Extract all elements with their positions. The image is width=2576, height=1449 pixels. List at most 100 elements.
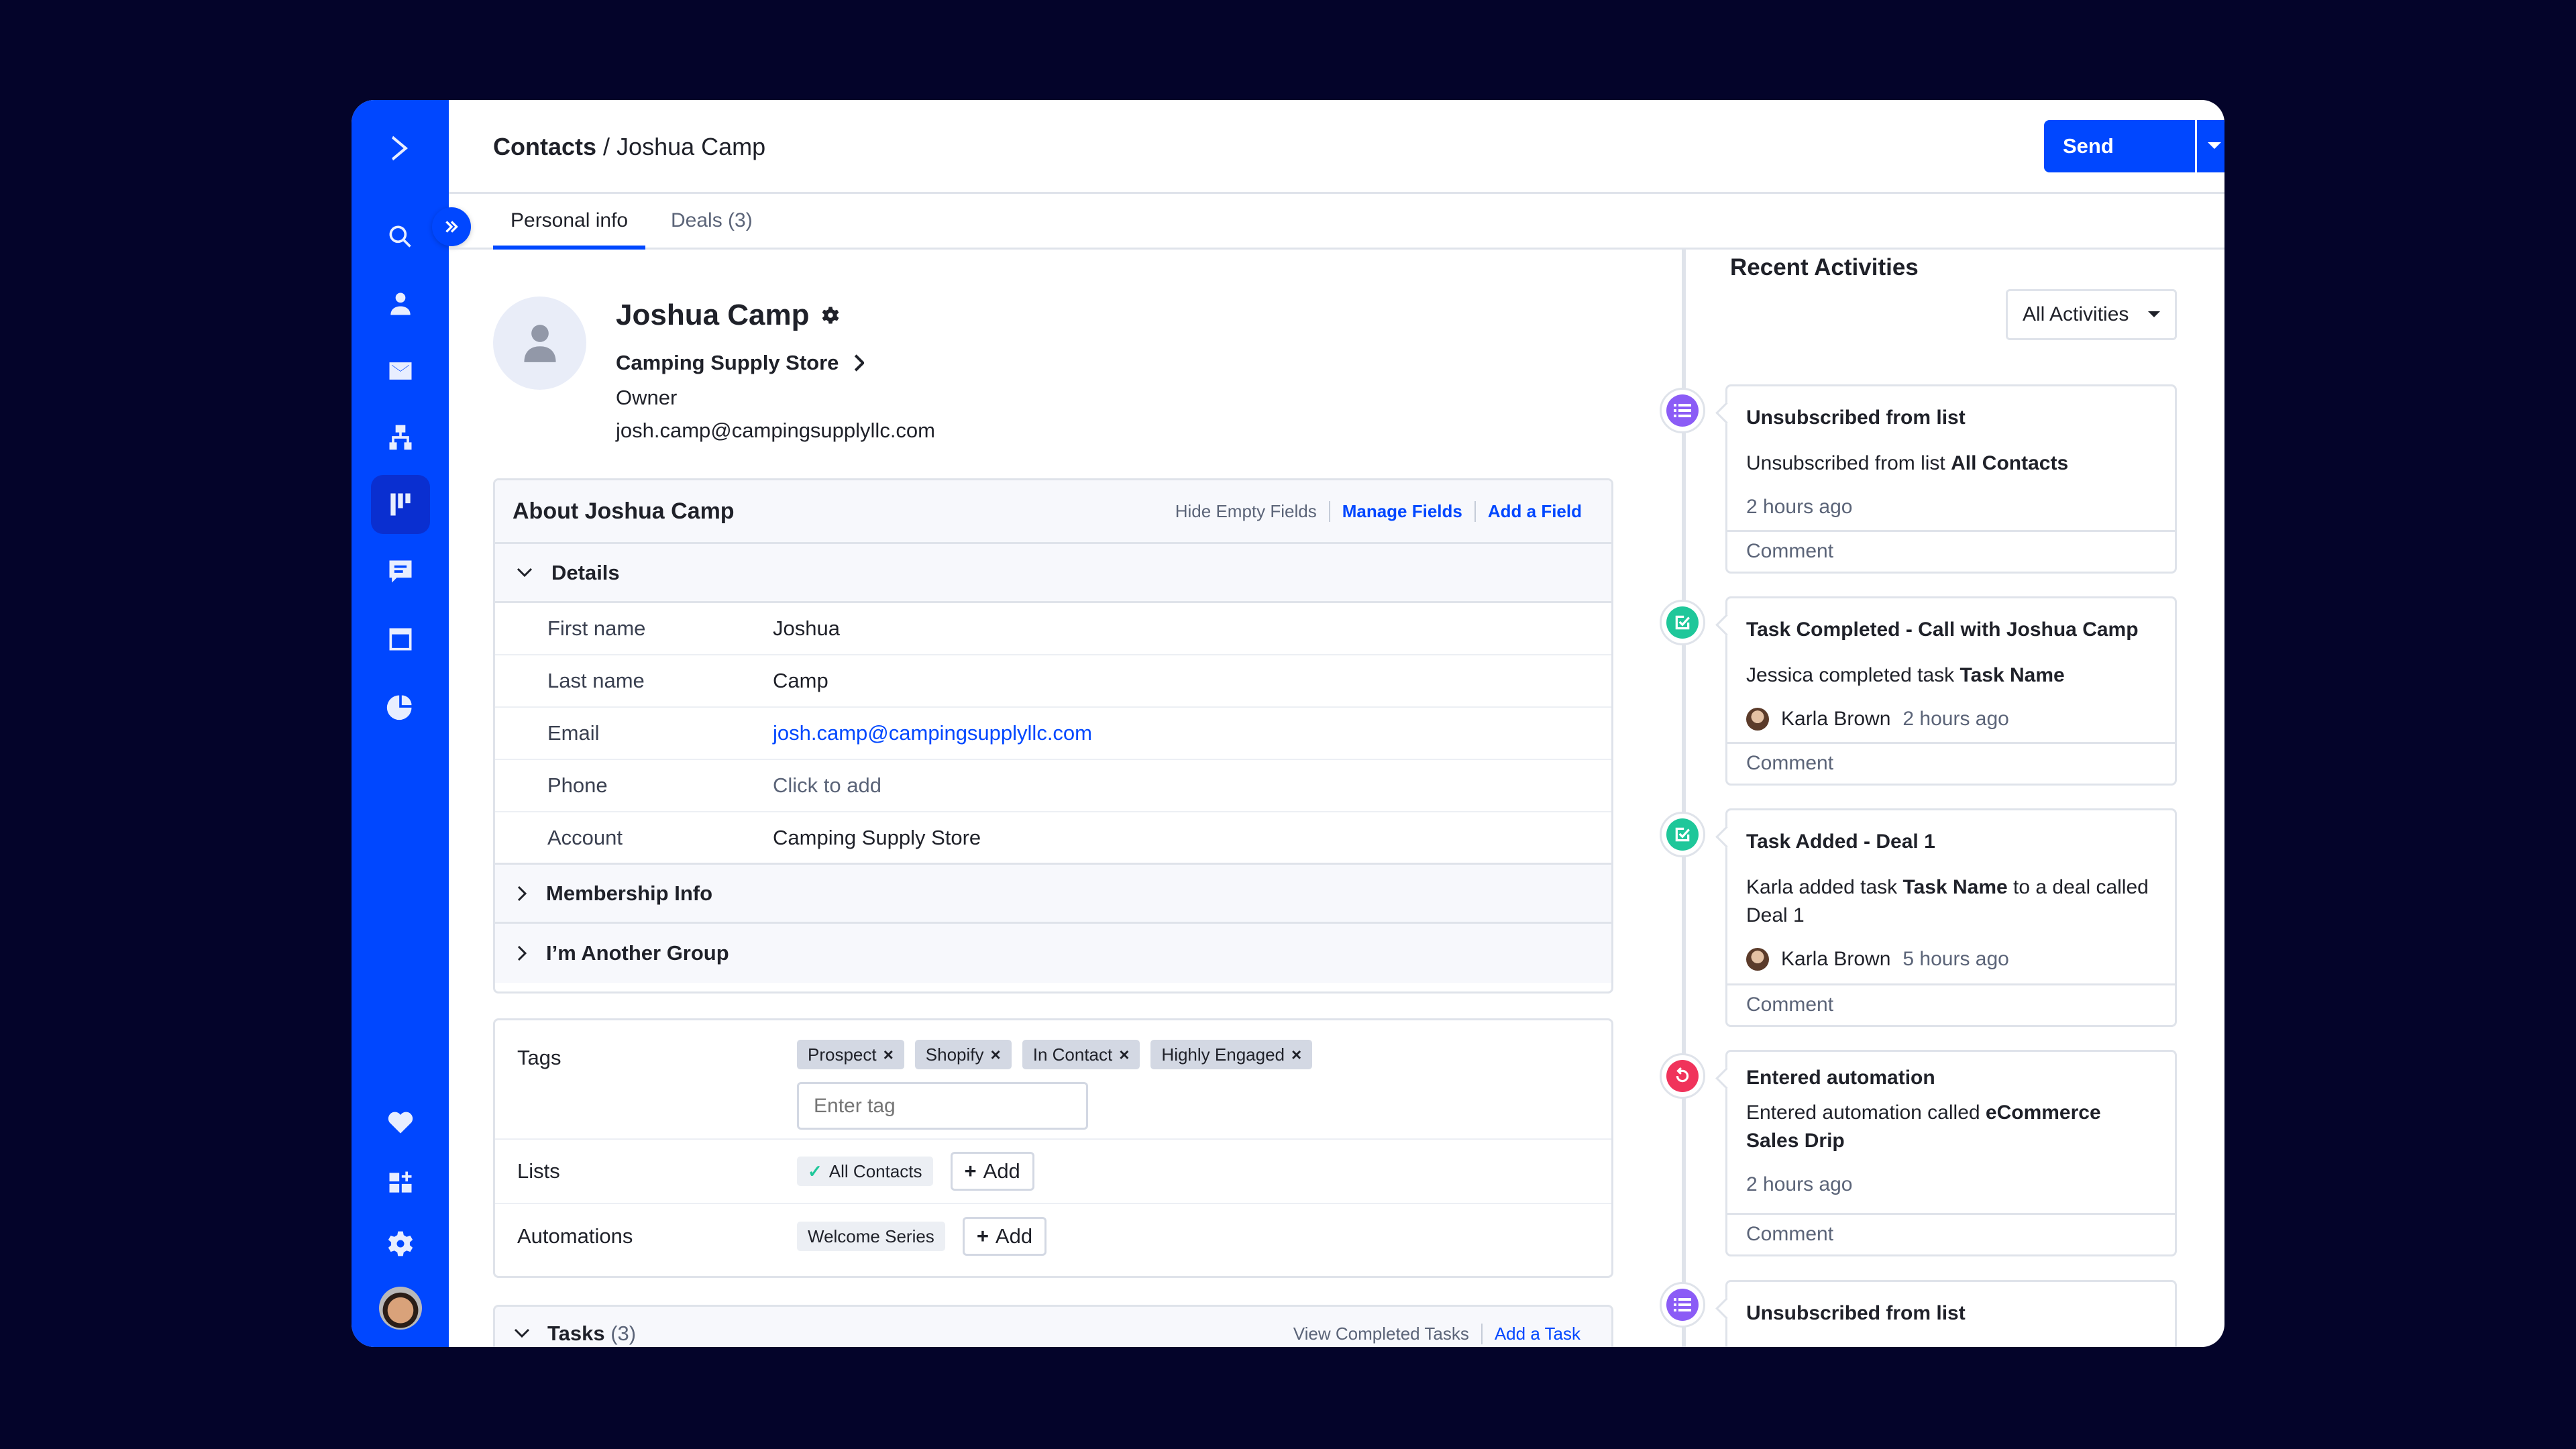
group-another[interactable]: I’m Another Group (495, 924, 1611, 983)
remove-tag-icon[interactable]: × (1119, 1044, 1129, 1065)
group-membership-info[interactable]: Membership Info (495, 865, 1611, 924)
field-row: Email josh.camp@campingsupplyllc.com (495, 708, 1611, 760)
field-value[interactable]: Camp (773, 669, 828, 693)
group-details[interactable]: Details (495, 544, 1611, 603)
check-icon: ✓ (808, 1161, 822, 1181)
add-list-button[interactable]: + Add (950, 1152, 1034, 1191)
send-campaign-dropdown[interactable] (2197, 120, 2224, 172)
activity-time: 2 hours ago (1902, 708, 2009, 730)
tabs: Personal info Deals (3) (449, 194, 2224, 250)
lists-row: Lists ✓ All Contacts + Add (495, 1140, 1611, 1204)
person-name: Karla Brown (1781, 708, 1891, 730)
activity-meta: Karla Brown 5 hours ago (1746, 939, 2156, 979)
chevron-right-icon (517, 885, 527, 901)
task-activity-icon (1660, 600, 1705, 645)
activity-time: 5 hours ago (1902, 948, 2009, 970)
tab-personal-info[interactable]: Personal info (493, 194, 646, 250)
person-avatar (1746, 948, 1769, 971)
contact-company-link[interactable]: Camping Supply Store (616, 351, 865, 375)
activity-body: Jessica completed task Task Name (1746, 664, 2065, 686)
field-value[interactable]: Camping Supply Store (773, 826, 981, 850)
remove-tag-icon[interactable]: × (991, 1044, 1001, 1065)
tags-label: Tags (517, 1046, 561, 1069)
lists-label: Lists (517, 1159, 560, 1183)
logo-icon[interactable] (352, 121, 449, 175)
activity-title: Task Completed - Call with Joshua Camp (1746, 619, 2139, 641)
field-value-email-link[interactable]: josh.camp@campingsupplyllc.com (773, 721, 1092, 745)
activity-title: Task Added - Deal 1 (1746, 830, 1935, 853)
tasks-toggle[interactable]: Tasks (3) (514, 1322, 636, 1346)
hide-empty-fields-link[interactable]: Hide Empty Fields (1163, 501, 1329, 522)
view-completed-tasks-link[interactable]: View Completed Tasks (1281, 1324, 1481, 1344)
tag-chip: Highly Engaged × (1150, 1040, 1313, 1069)
contact-role: Owner (616, 386, 678, 409)
field-label: First name (547, 616, 646, 640)
field-value[interactable]: Joshua (773, 616, 840, 641)
remove-tag-icon[interactable]: × (883, 1044, 894, 1065)
user-avatar[interactable] (379, 1287, 422, 1330)
group-label: I’m Another Group (546, 941, 729, 965)
comment-button[interactable]: Comment (1727, 1213, 2175, 1254)
tab-deals[interactable]: Deals (3) (671, 194, 753, 250)
field-row: Phone Click to add (495, 760, 1611, 812)
activity-card: Entered automation Entered automation ca… (1725, 1050, 2177, 1256)
send-campaign-split-button: Send Campaign (2044, 120, 2224, 172)
field-row: Last name Camp (495, 655, 1611, 708)
tags-row: Tags Prospect × Shopify × In Contact × High… (495, 1020, 1611, 1140)
automation-activity-icon (1660, 1053, 1705, 1099)
chevron-right-icon (517, 945, 527, 961)
tag-chip: Shopify × (914, 1040, 1012, 1069)
field-value-placeholder[interactable]: Click to add (773, 773, 881, 798)
contact-avatar (493, 297, 586, 390)
chevron-down-icon (517, 568, 533, 577)
contact-name: Joshua Camp (616, 299, 841, 332)
activity-body: Entered automation called eCommerce Sale… (1746, 1102, 2101, 1152)
comment-button[interactable]: Comment (1727, 742, 2175, 784)
plus-icon: + (976, 1224, 989, 1248)
automations-icon[interactable] (352, 411, 449, 464)
add-task-link[interactable]: Add a Task (1481, 1323, 1593, 1344)
comment-button[interactable]: Comment (1727, 530, 2175, 572)
mail-icon[interactable] (352, 344, 449, 398)
breadcrumb-contacts[interactable]: Contacts (493, 133, 596, 160)
person-name: Karla Brown (1781, 948, 1891, 970)
manage-fields-link[interactable]: Manage Fields (1328, 500, 1474, 522)
activity-title: Unsubscribed from list (1746, 407, 1966, 429)
activity-title: Unsubscribed from list (1746, 1302, 1966, 1324)
send-campaign-button[interactable]: Send Campaign (2044, 120, 2198, 172)
group-label: Membership Info (546, 881, 713, 905)
comment-button[interactable]: Comment (1727, 983, 2175, 1025)
tag-chip: Prospect × (797, 1040, 904, 1069)
activity-title: Entered automation (1746, 1067, 1935, 1089)
sidebar (352, 100, 449, 1347)
site-icon[interactable] (352, 612, 449, 666)
activity-time: 2 hours ago (1746, 496, 1853, 518)
remove-tag-icon[interactable]: × (1291, 1044, 1301, 1065)
field-row: First name Joshua (495, 603, 1611, 655)
heart-icon[interactable] (352, 1095, 449, 1149)
settings-icon[interactable] (352, 1217, 449, 1271)
about-title: About Joshua Camp (513, 498, 735, 524)
chevron-down-icon (514, 1328, 530, 1338)
tags-lists-card: Tags Prospect × Shopify × In Contact × High… (493, 1018, 1613, 1278)
recent-activities-title: Recent Activities (1730, 254, 1919, 280)
deals-icon[interactable] (352, 475, 449, 534)
activity-filter-dropdown[interactable]: All Activities (2006, 289, 2177, 340)
settings-icon[interactable] (820, 305, 841, 325)
breadcrumb: Contacts / Joshua Camp (493, 132, 765, 162)
conversations-icon[interactable] (352, 545, 449, 598)
tag-chip: In Contact × (1022, 1040, 1140, 1069)
reports-icon[interactable] (352, 680, 449, 733)
add-field-link[interactable]: Add a Field (1474, 500, 1594, 522)
contacts-icon[interactable] (352, 277, 449, 331)
field-label: Email (547, 721, 600, 745)
caret-down-icon (2148, 311, 2160, 317)
activity-card: Task Completed - Call with Joshua Camp J… (1725, 596, 2177, 786)
apps-icon[interactable] (352, 1156, 449, 1210)
automation-chip: Welcome Series (797, 1222, 945, 1251)
field-row: Account Camping Supply Store (495, 812, 1611, 865)
breadcrumb-current: Joshua Camp (616, 133, 766, 160)
chevron-right-icon (855, 354, 865, 372)
enter-tag-input[interactable] (797, 1082, 1088, 1130)
add-automation-button[interactable]: + Add (962, 1217, 1047, 1256)
